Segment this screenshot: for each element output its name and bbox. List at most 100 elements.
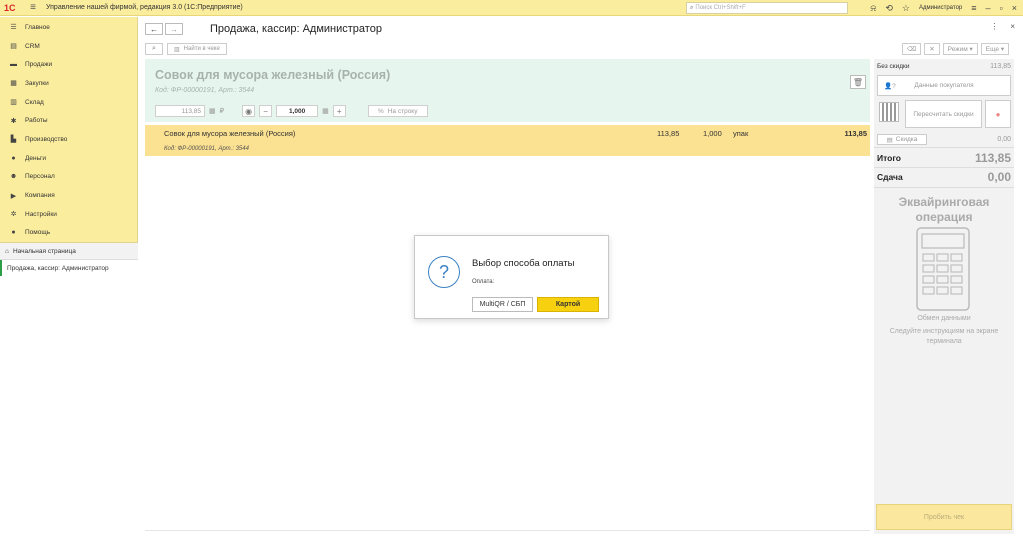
sidebar-item-label: Помощь xyxy=(25,229,51,237)
increase-quantity-button[interactable]: + xyxy=(332,105,346,117)
more-vert-icon[interactable]: ⋮ xyxy=(990,22,998,31)
factory-icon: ▙ xyxy=(10,136,17,144)
multiqr-button[interactable]: MultiQR / СБП xyxy=(472,297,533,312)
notifications-icon[interactable]: ⍾ xyxy=(870,3,876,14)
discount-button[interactable]: ▤ Скидка xyxy=(877,134,927,145)
recalc-discounts-label: Пересчитать скидки xyxy=(913,110,974,118)
favorites-icon[interactable]: ☆ xyxy=(902,3,910,14)
price-field[interactable]: 113,85 xyxy=(155,105,205,117)
sidebar-item-label: Работы xyxy=(25,117,48,125)
cancel-button[interactable]: ✕ xyxy=(924,43,940,55)
divider xyxy=(145,530,870,531)
app-logo: 1С xyxy=(4,2,16,13)
home-icon: ⌂ xyxy=(5,247,9,255)
main-menu-icon[interactable]: ≡ xyxy=(26,2,40,13)
home-page-label: Начальная страница xyxy=(12,247,76,255)
sidebar-item-works[interactable]: ✱ Работы xyxy=(0,111,137,130)
user-icon: 👤? xyxy=(884,82,896,90)
pos-terminal-icon xyxy=(916,227,970,311)
people-icon: ☻ xyxy=(9,173,18,181)
open-window-label: Продажа, кассир: Администратор xyxy=(7,264,109,272)
calculator-icon[interactable]: ▦ xyxy=(209,107,216,115)
history-icon[interactable]: ⟲ xyxy=(885,3,893,14)
card-button[interactable]: Картой xyxy=(537,297,599,312)
sidebar-item-settings[interactable]: ✲ Настройки xyxy=(0,205,137,224)
sidebar-item-main[interactable]: ☰ Главное xyxy=(0,18,137,37)
quantity-calculator-icon[interactable]: ▦ xyxy=(322,107,329,115)
exchange-text: Обмен данными xyxy=(917,315,971,322)
sidebar: ☰ Главное ▤ CRM ▬ Продажи ▦ Закупки ▥ Склад ✱… xyxy=(0,17,138,536)
title-bar: 1С ≡ Управление нашей фирмой, редакция 3… xyxy=(0,0,1023,16)
dialog-title: Выбор способа оплаты xyxy=(472,258,575,269)
sidebar-item-crm[interactable]: ▤ CRM xyxy=(0,37,137,56)
find-in-receipt-button[interactable]: ▥ Найти в чеке xyxy=(167,43,227,55)
sidebar-item-sales[interactable]: ▬ Продажи xyxy=(0,55,137,74)
total-label: Итого xyxy=(877,153,901,163)
settings-menu-icon[interactable]: ≡ xyxy=(971,3,976,13)
search-button[interactable]: ⌕ xyxy=(145,43,163,55)
product-code: Код: ФР-00000191, Арт.: 3544 xyxy=(155,87,255,94)
minimize-icon[interactable]: – xyxy=(986,3,991,13)
decrease-quantity-button[interactable]: − xyxy=(259,105,273,117)
sidebar-item-production[interactable]: ▙ Производство xyxy=(0,130,137,149)
qr-code-icon[interactable] xyxy=(879,102,899,122)
view-button[interactable]: ◉ xyxy=(242,105,256,117)
row-price: 113,85 xyxy=(657,129,680,138)
sidebar-item-label: Настройки xyxy=(25,210,57,218)
payment-method-dialog: ? Выбор способа оплаты Оплата: MultiQR /… xyxy=(414,235,609,319)
recalc-discounts-button[interactable]: Пересчитать скидки xyxy=(905,100,982,128)
buyer-data-label: Данные покупателя xyxy=(914,82,974,89)
tools-icon: ✱ xyxy=(10,117,17,125)
close-icon[interactable]: × xyxy=(1012,3,1017,13)
product-name: Совок для мусора железный (Россия) xyxy=(155,68,391,82)
sidebar-item-label: CRM xyxy=(25,42,40,50)
dialog-text: Оплата: xyxy=(472,279,495,285)
delete-button[interactable]: 🗑 xyxy=(850,75,866,89)
more-button[interactable]: Еще ▾ xyxy=(980,43,1010,55)
search-icon: ⌕ xyxy=(152,45,156,52)
more-label: Еще xyxy=(985,45,1000,53)
quantity-field[interactable]: 1,000 xyxy=(276,105,319,117)
discount-icon: ▤ xyxy=(886,136,893,144)
sidebar-item-label: Главное xyxy=(25,23,50,31)
row-quantity: 1,000 xyxy=(703,129,722,138)
maximize-icon[interactable]: ▫ xyxy=(1000,3,1003,13)
row-product-code: Код: ФР-00000191, Арт.: 3544 xyxy=(164,146,249,152)
back-button[interactable]: ← xyxy=(145,23,163,35)
table-row[interactable]: Совок для мусора железный (Россия) Код: … xyxy=(145,125,870,156)
find-in-receipt-label: Найти в чеке xyxy=(183,46,220,52)
sidebar-item-company[interactable]: ▶ Компания xyxy=(0,186,137,205)
sidebar-item-warehouse[interactable]: ▥ Склад xyxy=(0,93,137,112)
form-header: ← → Продажа, кассир: Администратор ⋮ × xyxy=(145,19,1015,39)
sidebar-item-money[interactable]: ● Деньги xyxy=(0,149,137,168)
forward-button[interactable]: → xyxy=(165,23,183,35)
discount-indicator-button[interactable]: ● xyxy=(985,100,1011,128)
sidebar-item-label: Деньги xyxy=(25,154,46,162)
print-receipt-button[interactable]: Пробить чек xyxy=(876,504,1012,530)
discount-value: 0,00 xyxy=(997,136,1011,143)
user-name[interactable]: Администратор xyxy=(919,5,962,11)
sidebar-item-staff[interactable]: ☻ Персонал xyxy=(0,168,137,187)
sidebar-item-help[interactable]: ● Помощь xyxy=(0,224,137,243)
quantity-value: 1,000 xyxy=(288,107,306,115)
clear-button[interactable]: ⌫ xyxy=(902,43,922,55)
page-title: Продажа, кассир: Администратор xyxy=(210,23,382,35)
form-close-icon[interactable]: × xyxy=(1010,22,1015,31)
sidebar-item-label: Персонал xyxy=(25,173,55,181)
mode-button[interactable]: Режим ▾ xyxy=(942,43,978,55)
open-window-tab[interactable]: Продажа, кассир: Администратор xyxy=(0,260,138,276)
receipt-summary-panel: Без скидки 113,85 👤? Данные покупателя П… xyxy=(874,59,1014,534)
search-placeholder: Поиск Ctrl+Shift+F xyxy=(695,5,746,11)
total-value: 113,85 xyxy=(974,151,1011,165)
sidebar-item-label: Склад xyxy=(25,98,44,106)
money-icon: ● xyxy=(11,154,16,162)
buyer-data-button[interactable]: 👤? Данные покупателя xyxy=(877,75,1011,96)
global-search-input[interactable]: ⌕ Поиск Ctrl+Shift+F xyxy=(686,2,848,14)
sidebar-item-purchases[interactable]: ▦ Закупки xyxy=(0,74,137,93)
currency-label: ₽ xyxy=(219,108,225,115)
divider xyxy=(874,187,1014,188)
row-product-name: Совок для мусора железный (Россия) xyxy=(164,129,296,138)
to-line-button[interactable]: % На строку xyxy=(367,105,428,117)
purchase-icon: ▦ xyxy=(10,80,17,88)
home-page-link[interactable]: ⌂ Начальная страница xyxy=(0,243,138,260)
